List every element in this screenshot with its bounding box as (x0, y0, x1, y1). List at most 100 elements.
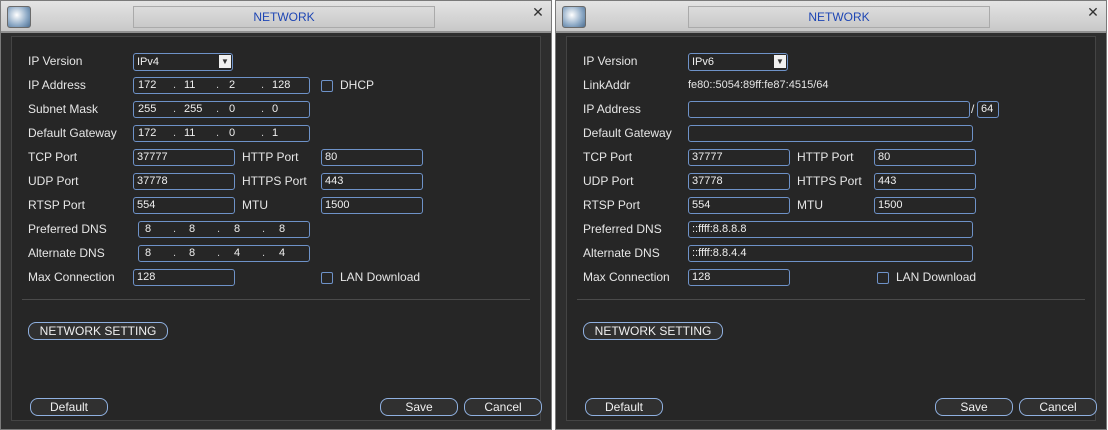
http-port-label: HTTP Port (242, 150, 299, 164)
http-port-field[interactable]: 80 (321, 149, 423, 166)
prefix-length-field[interactable]: 64 (977, 101, 999, 118)
rtsp-port-field[interactable]: 554 (688, 197, 790, 214)
ip-octet: 0 (229, 103, 236, 115)
ip-octet: 172 (138, 127, 157, 139)
default-gateway-field[interactable]: 172 . 11 . 0 . 1 (133, 125, 310, 142)
ip-version-value: IPv6 (692, 56, 715, 68)
ip-address-field[interactable]: 172 . 11 . 2 . 128 (133, 77, 310, 94)
https-port-field[interactable]: 443 (874, 173, 976, 190)
ip-version-label: IP Version (28, 54, 83, 68)
dhcp-label: DHCP (340, 78, 375, 92)
network-panel-ipv6: NETWORK ✕ IP Version IPv6 ▼ LinkAddr fe8… (555, 0, 1107, 430)
ip-octet: 4 (279, 247, 286, 259)
ip-octet: 11 (184, 127, 196, 139)
default-gateway-field[interactable] (688, 125, 973, 142)
ip-octet: 8 (279, 223, 286, 235)
tcp-port-label: TCP Port (583, 150, 633, 164)
ip-version-label: IP Version (583, 54, 638, 68)
mtu-label: MTU (242, 198, 268, 212)
ip-octet: 255 (138, 103, 157, 115)
ip-octet: 8 (145, 223, 152, 235)
divider (577, 299, 1085, 300)
save-button[interactable]: Save (935, 398, 1013, 416)
ip-version-select[interactable]: IPv6 ▼ (688, 53, 788, 71)
alternate-dns-field[interactable]: 8 . 8 . 4 . 4 (138, 245, 310, 262)
ip-address-label: IP Address (583, 102, 641, 116)
close-icon[interactable]: ✕ (531, 5, 545, 19)
ip-octet: 0 (272, 103, 279, 115)
tcp-port-label: TCP Port (28, 150, 78, 164)
http-port-label: HTTP Port (797, 150, 854, 164)
ip-octet: 0 (229, 127, 236, 139)
ip-octet: 2 (229, 79, 236, 91)
mtu-field[interactable]: 1500 (874, 197, 976, 214)
ipv6-address-field[interactable] (688, 101, 970, 118)
rtsp-port-field[interactable]: 554 (133, 197, 235, 214)
default-button[interactable]: Default (30, 398, 108, 416)
preferred-dns-field[interactable]: ::ffff:8.8.8.8 (688, 221, 973, 238)
alternate-dns-field[interactable]: ::ffff:8.8.4.4 (688, 245, 973, 262)
window-title: NETWORK (688, 6, 990, 28)
save-button[interactable]: Save (380, 398, 458, 416)
cancel-button[interactable]: Cancel (1019, 398, 1097, 416)
default-button[interactable]: Default (585, 398, 663, 416)
settings-body: IP Version IPv6 ▼ LinkAddr fe80::5054:89… (566, 36, 1097, 421)
chevron-down-icon: ▼ (774, 55, 786, 68)
divider (22, 299, 530, 300)
dhcp-checkbox[interactable] (321, 80, 333, 92)
ip-octet: 8 (189, 223, 196, 235)
ip-address-label: IP Address (28, 78, 86, 92)
title-bar: NETWORK ✕ (556, 1, 1106, 33)
alternate-dns-label: Alternate DNS (28, 246, 105, 260)
ip-octet: 8 (189, 247, 196, 259)
ip-version-value: IPv4 (137, 56, 160, 68)
network-setting-button[interactable]: NETWORK SETTING (28, 322, 168, 340)
lan-download-checkbox[interactable] (877, 272, 889, 284)
link-addr-label: LinkAddr (583, 78, 631, 92)
rtsp-port-label: RTSP Port (28, 198, 85, 212)
default-gateway-label: Default Gateway (28, 126, 117, 140)
ip-octet: 1 (272, 127, 279, 139)
tcp-port-field[interactable]: 37777 (688, 149, 790, 166)
max-connection-label: Max Connection (28, 270, 115, 284)
https-port-label: HTTPS Port (242, 174, 307, 188)
settings-body: IP Version IPv4 ▼ IP Address 172 . 11 . … (11, 36, 542, 421)
ip-octet: 8 (234, 223, 241, 235)
ip-octet: 11 (184, 79, 196, 91)
ip-octet: 4 (234, 247, 241, 259)
tcp-port-field[interactable]: 37777 (133, 149, 235, 166)
udp-port-field[interactable]: 37778 (133, 173, 235, 190)
network-app-icon (7, 6, 31, 28)
max-connection-field[interactable]: 128 (688, 269, 790, 286)
chevron-down-icon: ▼ (219, 55, 231, 68)
https-port-field[interactable]: 443 (321, 173, 423, 190)
prefix-separator: / (971, 102, 975, 116)
ip-octet: 8 (145, 247, 152, 259)
close-icon[interactable]: ✕ (1086, 5, 1100, 19)
mtu-label: MTU (797, 198, 823, 212)
link-addr-value: fe80::5054:89ff:fe87:4515/64 (688, 79, 829, 91)
network-panel-ipv4: NETWORK ✕ IP Version IPv4 ▼ IP Address 1… (0, 0, 552, 430)
default-gateway-label: Default Gateway (583, 126, 672, 140)
network-app-icon (562, 6, 586, 28)
lan-download-label: LAN Download (896, 270, 977, 284)
ip-version-select[interactable]: IPv4 ▼ (133, 53, 233, 71)
subnet-mask-label: Subnet Mask (28, 102, 99, 116)
ip-octet: 255 (184, 103, 203, 115)
udp-port-field[interactable]: 37778 (688, 173, 790, 190)
subnet-mask-field[interactable]: 255 . 255 . 0 . 0 (133, 101, 310, 118)
window-title: NETWORK (133, 6, 435, 28)
mtu-field[interactable]: 1500 (321, 197, 423, 214)
cancel-button[interactable]: Cancel (464, 398, 542, 416)
network-setting-button[interactable]: NETWORK SETTING (583, 322, 723, 340)
title-bar: NETWORK ✕ (1, 1, 551, 33)
max-connection-label: Max Connection (583, 270, 670, 284)
http-port-field[interactable]: 80 (874, 149, 976, 166)
ip-octet: 128 (272, 79, 291, 91)
preferred-dns-label: Preferred DNS (583, 222, 662, 236)
max-connection-field[interactable]: 128 (133, 269, 235, 286)
alternate-dns-label: Alternate DNS (583, 246, 660, 260)
udp-port-label: UDP Port (583, 174, 634, 188)
lan-download-checkbox[interactable] (321, 272, 333, 284)
preferred-dns-field[interactable]: 8 . 8 . 8 . 8 (138, 221, 310, 238)
